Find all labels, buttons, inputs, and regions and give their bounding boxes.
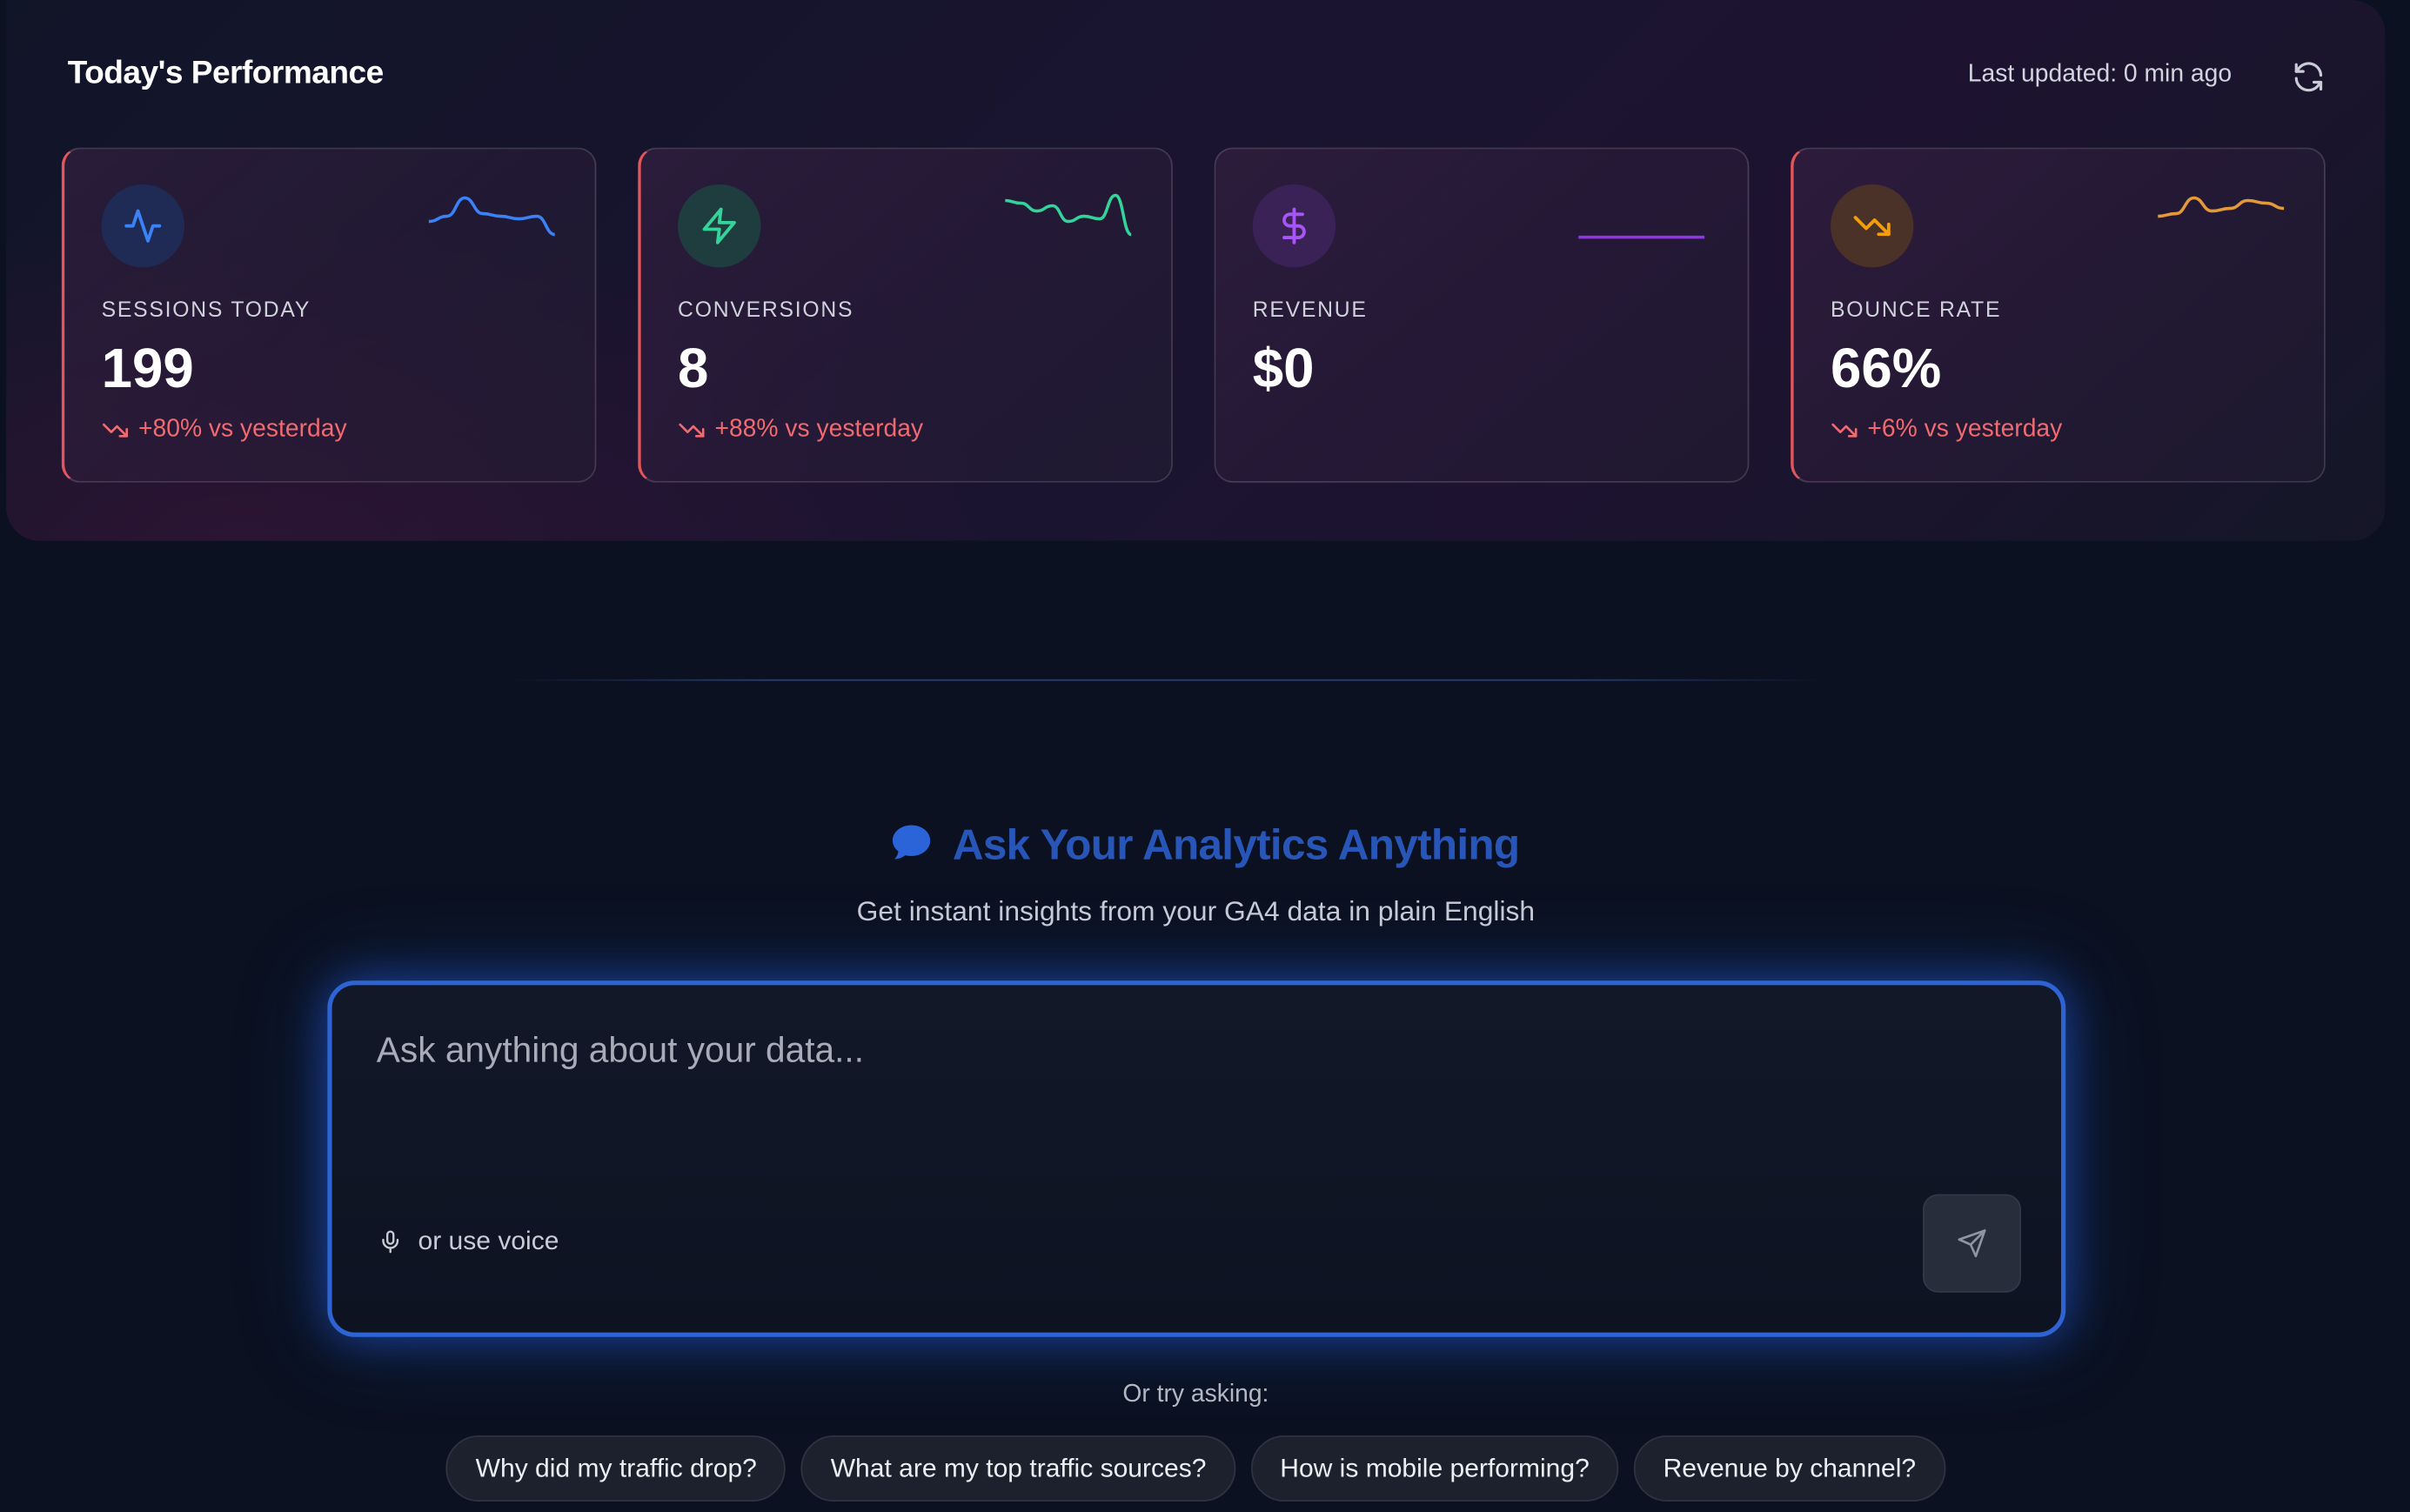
dollar-icon [1252, 184, 1336, 268]
sparkline-conversions [1005, 193, 1132, 237]
section-divider [506, 679, 1830, 681]
trending-down-icon [679, 423, 705, 438]
metric-card-sessions[interactable]: SESSIONS TODAY 199 +80% vs yesterday [61, 147, 597, 483]
last-updated-text: Last updated: 0 min ago [1967, 61, 2233, 88]
ask-subtitle: Get instant insights from your GA4 data … [856, 895, 1536, 927]
sparkline-line [1005, 193, 1132, 237]
voice-label: or use voice [418, 1226, 559, 1256]
metric-label: REVENUE [1252, 296, 1368, 322]
ask-input[interactable] [373, 1027, 1917, 1074]
metric-change-text: +80% vs yesterday [137, 416, 347, 443]
metric-label: SESSIONS TODAY [101, 296, 311, 322]
metric-value: $0 [1252, 336, 1315, 400]
ask-title: Ask Your Analytics Anything [0, 820, 2410, 870]
sparkline-revenue [1578, 235, 1705, 239]
metric-card-bounce-rate[interactable]: BOUNCE RATE 66% +6% vs yesterday [1791, 147, 2326, 483]
metric-label: CONVERSIONS [678, 296, 854, 322]
metric-change-text: +88% vs yesterday [714, 416, 924, 443]
metric-value: 66% [1830, 336, 1942, 400]
suggestion-chip[interactable]: How is mobile performing? [1250, 1435, 1619, 1502]
sparkline-sessions [428, 196, 555, 237]
zap-icon [678, 184, 761, 268]
metric-change: +6% vs yesterday [1831, 417, 2062, 445]
sparkline-line [2158, 196, 2285, 218]
suggestion-chip[interactable]: Why did my traffic drop? [446, 1435, 787, 1502]
metric-change: +80% vs yesterday [102, 417, 347, 445]
trending-down-icon [1830, 184, 1914, 268]
metric-card-revenue[interactable]: REVENUE $0 [1214, 147, 1750, 483]
suggestion-chip[interactable]: What are my top traffic sources? [801, 1435, 1236, 1502]
chat-bubble-icon [893, 825, 931, 860]
refresh-icon[interactable] [2290, 58, 2326, 95]
suggestion-chip[interactable]: Revenue by channel? [1634, 1435, 1945, 1502]
metric-card-conversions[interactable]: CONVERSIONS 8 +88% vs yesterday [638, 147, 1173, 483]
send-button[interactable] [1922, 1194, 2022, 1293]
ask-title-text: Ask Your Analytics Anything [952, 820, 1520, 869]
sparkline-line [428, 196, 555, 237]
metric-label: BOUNCE RATE [1830, 296, 2002, 322]
performance-panel: Today's Performance Last updated: 0 min … [6, 0, 2386, 541]
sparkline-bounce-rate [2158, 196, 2285, 218]
suggestion-chips: Why did my traffic drop? What are my top… [0, 1435, 2392, 1502]
voice-button[interactable]: or use voice [378, 1227, 559, 1257]
metric-change: +88% vs yesterday [678, 417, 923, 445]
metric-value: 8 [678, 336, 709, 400]
page: Today's Performance Last updated: 0 min … [0, 0, 2410, 1512]
send-icon [1958, 1229, 1986, 1258]
trending-down-icon [1831, 423, 1858, 438]
activity-icon [101, 184, 184, 268]
metric-value: 199 [101, 336, 194, 400]
metric-change-text: +6% vs yesterday [1867, 416, 2063, 443]
microphone-icon [382, 1230, 399, 1254]
performance-title: Today's Performance [67, 55, 385, 91]
trending-down-icon [102, 423, 129, 438]
try-asking-label: Or try asking: [1122, 1382, 1269, 1408]
ask-box: or use voice [327, 980, 2066, 1337]
